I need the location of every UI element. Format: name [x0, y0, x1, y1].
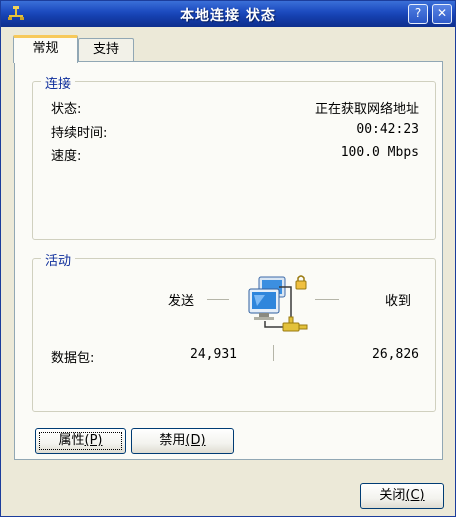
network-computers-icon	[248, 275, 308, 332]
duration-label: 持续时间:	[51, 126, 108, 141]
disable-button[interactable]: 禁用(D)	[131, 428, 234, 454]
speed-value: 100.0 Mbps	[340, 145, 419, 160]
activity-group: 活动 发送 收到 数据包: 24,931 26,826	[32, 250, 436, 412]
disable-button-label: 禁用	[159, 433, 186, 448]
close-button-label: 关闭	[379, 488, 406, 503]
connection-group-title: 连接	[41, 73, 76, 92]
packets-divider	[273, 345, 274, 361]
speed-label: 速度:	[51, 149, 82, 164]
tab-panel-general: 连接 状态: 正在获取网络地址 持续时间: 00:42:23 速度: 100.0…	[14, 61, 443, 460]
disable-button-key: (D)	[185, 433, 206, 448]
window-close-button[interactable]: ✕	[432, 4, 452, 24]
duration-value: 00:42:23	[356, 122, 419, 137]
focus-ring	[39, 432, 122, 450]
help-button[interactable]: ?	[408, 4, 428, 24]
packets-received-value: 26,826	[372, 347, 419, 362]
packets-sent-value: 24,931	[190, 347, 237, 362]
tab-general[interactable]: 常规	[13, 35, 78, 63]
status-dialog: 本地连接 状态 ? ✕ 常规 支持 连接 状态: 正在获取网络地址 持续时间: …	[0, 0, 456, 517]
activity-group-title: 活动	[41, 250, 76, 269]
sent-divider	[207, 299, 229, 300]
packets-label: 数据包:	[51, 351, 95, 366]
tab-support[interactable]: 支持	[78, 38, 134, 62]
status-value: 正在获取网络地址	[314, 102, 419, 117]
close-button-key: (C)	[405, 488, 425, 503]
status-label: 状态:	[51, 102, 82, 117]
received-divider	[315, 299, 339, 300]
connection-group: 连接 状态: 正在获取网络地址 持续时间: 00:42:23 速度: 100.0…	[32, 73, 436, 240]
title-bar[interactable]: 本地连接 状态 ? ✕	[1, 1, 455, 27]
sent-label: 发送	[168, 294, 195, 309]
close-button[interactable]: 关闭(C)	[360, 483, 444, 509]
window-title: 本地连接 状态	[180, 8, 276, 24]
properties-button[interactable]: 属性(P)	[35, 428, 126, 454]
received-label: 收到	[385, 294, 412, 309]
